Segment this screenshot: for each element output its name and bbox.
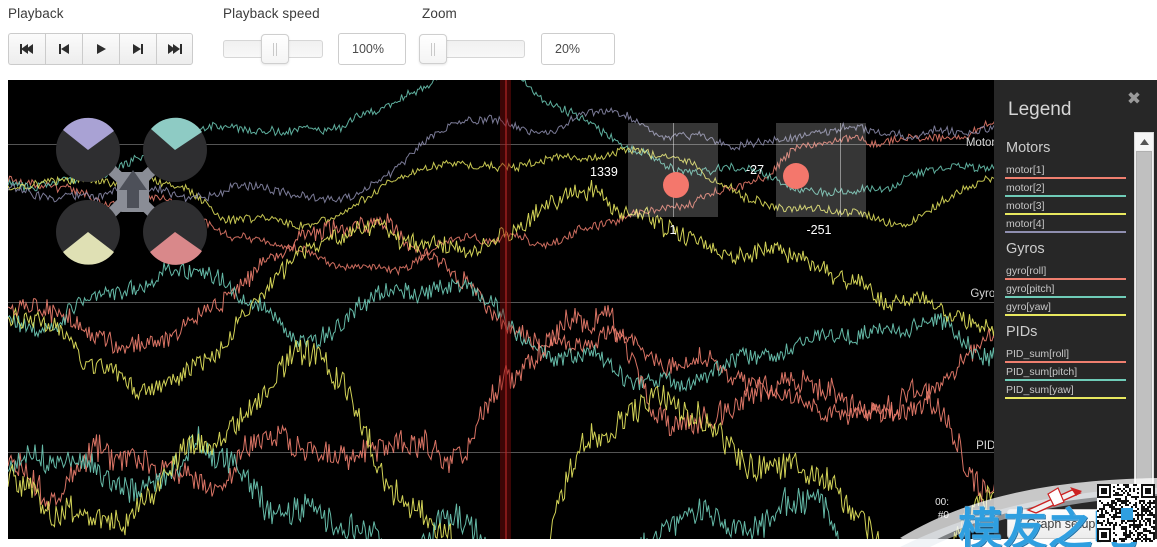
play-button[interactable] [82, 33, 119, 65]
close-icon[interactable]: ✖ [1125, 90, 1143, 108]
legend-group-title-motors: Motors [1006, 140, 1051, 156]
playback-speed-label: Playback speed [223, 6, 320, 21]
marker-window-1-vline [673, 123, 674, 217]
scroll-down-arrow-icon[interactable] [1135, 506, 1153, 523]
marker-dot-2[interactable] [783, 163, 809, 189]
legend-field-motor3[interactable]: motor[3] [1005, 197, 1126, 215]
legend-scrollbar[interactable] [1134, 132, 1154, 524]
legend-field-motor4[interactable]: motor[4] [1005, 215, 1126, 233]
skip-forward-icon [167, 44, 182, 54]
legend-field-motor2[interactable]: motor[2] [1005, 179, 1126, 197]
marker-caption-2: -251 [806, 223, 832, 237]
legend-field-PID-sumyaw[interactable]: PID_sum[yaw] [1005, 381, 1126, 399]
legend-group-title-gyros: Gyros [1006, 241, 1045, 257]
marker-window-1[interactable] [628, 123, 718, 217]
legend-panel: ✖ Legend Motors motor[1] motor[2] motor[3] m… [994, 80, 1157, 539]
playback-speed-value[interactable]: 100% [338, 33, 406, 65]
marker-caption-1: 1 [669, 223, 677, 237]
legend-field-list: Motors motor[1] motor[2] motor[3] motor[4] Gy… [1005, 132, 1126, 399]
marker-value-1: 1339 [590, 165, 618, 179]
legend-field-motor1[interactable]: motor[1] [1005, 161, 1126, 179]
legend-field-PID-sumpitch[interactable]: PID_sum[pitch] [1005, 363, 1126, 381]
playback-speed-slider-handle[interactable] [261, 34, 289, 64]
zoom-value[interactable]: 20% [541, 33, 615, 65]
marker-value-2: -27 [746, 163, 765, 177]
step-forward-button[interactable] [119, 33, 156, 65]
toolbar: Playback Playback speed 100% Zoom 20% [0, 0, 1157, 80]
skip-backward-icon [20, 44, 33, 54]
step-forward-icon [133, 44, 143, 54]
step-backward-icon [59, 44, 69, 54]
skip-to-start-button[interactable] [8, 33, 45, 65]
legend-group-title-pids: PIDs [1006, 324, 1038, 340]
status-time: 00: [935, 497, 949, 508]
zoom-label: Zoom [422, 6, 457, 21]
play-icon [97, 44, 106, 54]
playback-label: Playback [8, 6, 64, 21]
graph-setup-button[interactable]: Graph setup [1007, 509, 1115, 539]
playback-button-group [8, 33, 193, 65]
marker-dot-1[interactable] [663, 172, 689, 198]
legend-title: Legend [1008, 99, 1072, 120]
step-backward-button[interactable] [45, 33, 82, 65]
legend-field-gyropitch[interactable]: gyro[pitch] [1005, 280, 1126, 298]
legend-field-gyroyaw[interactable]: gyro[yaw] [1005, 298, 1126, 316]
skip-to-end-button[interactable] [156, 33, 193, 65]
graph-canvas[interactable]: 1339 1 -27 -251 Motors Gyros PIDs 00: #0 [8, 80, 1149, 539]
legend-scrollbar-thumb[interactable] [1136, 151, 1152, 507]
legend-field-gyroroll[interactable]: gyro[roll] [1005, 262, 1126, 280]
legend-scroll-viewport: Motors motor[1] motor[2] motor[3] motor[4] Gy… [1005, 132, 1141, 524]
blackbox-log-viewer: Playback Playback speed 100% Zoom 20% 13… [0, 0, 1157, 547]
quadcopter-motor-indicator [56, 117, 207, 265]
marker-window-2-vline [840, 123, 841, 217]
playhead-line [505, 80, 507, 539]
legend-field-PID-sumroll[interactable]: PID_sum[roll] [1005, 345, 1126, 363]
zoom-slider-handle[interactable] [419, 34, 447, 64]
status-index: #0 [937, 510, 949, 521]
scroll-up-arrow-icon[interactable] [1135, 133, 1153, 150]
